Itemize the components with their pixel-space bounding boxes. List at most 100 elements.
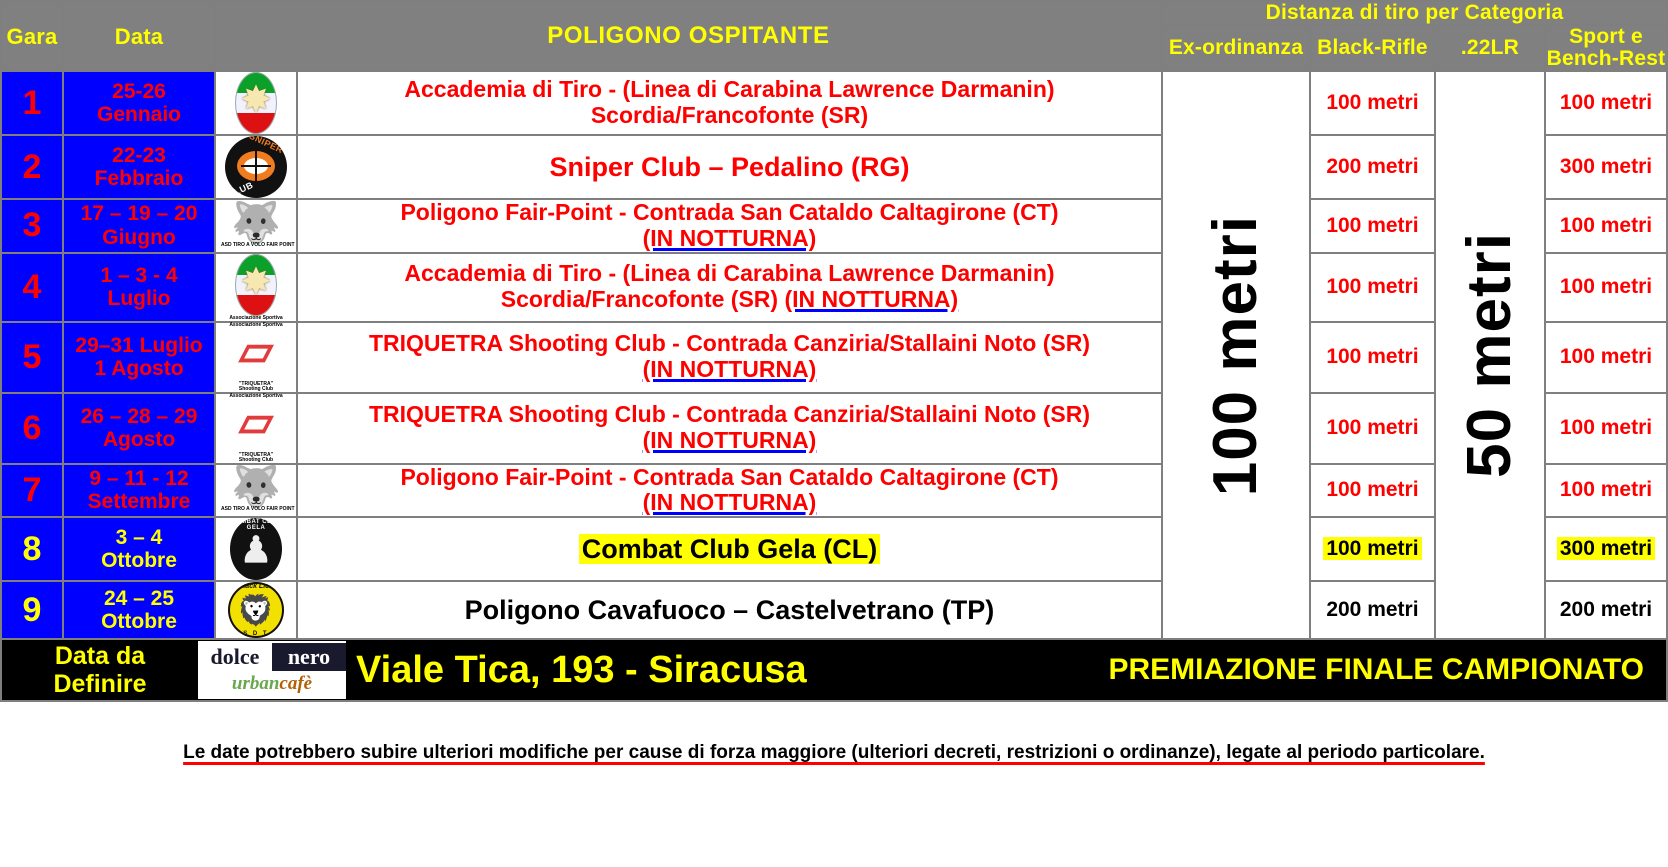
gara-number: 7 — [0, 462, 64, 519]
footer-date-line-2: Definire — [53, 670, 147, 699]
venue-line-1: Accademia di Tiro - (Linea di Carabina L… — [404, 260, 1055, 287]
dolcenero-urbancafe-logo: dolce nero urban cafè — [198, 641, 346, 700]
venue-name: TRIQUETRA Shooting Club - Contrada Canzi… — [296, 391, 1163, 465]
venue-name: Accademia di Tiro - (Linea di Carabina L… — [296, 251, 1163, 323]
gara-number: 4 — [0, 251, 64, 323]
date-line-1: 25-26 — [112, 79, 166, 103]
date-line-1: 24 – 25 — [103, 586, 175, 610]
black-rifle-distance: 100 metri — [1308, 391, 1436, 465]
venue-name: Poligono Cavafuoco – Castelvetrano (TP) — [296, 580, 1163, 641]
gara-date: 17 – 19 – 20 Giugno — [62, 198, 216, 254]
triquetra-logo: Associazione Sportiva ▱ "TRIQUETRA" Shoo… — [214, 391, 298, 465]
sport-bench-rest-distance: 300 metri — [1543, 134, 1668, 201]
venue-highlighted: Combat Club Gela (CL) — [578, 534, 881, 565]
gara-date: 9 – 11 - 12 Settembre — [62, 462, 216, 519]
table-row: 2 22-23 Febbraio SNIPER CLUB Sniper Club … — [0, 134, 1668, 201]
date-line-2: Ottobre — [101, 549, 177, 573]
table-header-row-1: Gara Data POLIGONO OSPITANTE Distanza di… — [0, 0, 1668, 73]
disclaimer-note: Le date potrebbero subire ulteriori modi… — [183, 742, 1485, 764]
venue-line-2-wrap: Scordia/Francofonte (SR) (IN NOTTURNA) — [298, 286, 1161, 313]
black-rifle-distance: 100 metri — [1308, 320, 1436, 394]
calendar-table: Gara Data POLIGONO OSPITANTE Distanza di… — [0, 0, 1668, 641]
sport-bench-rest-distance: 100 metri — [1543, 462, 1668, 519]
sport-bench-rest-distance: 100 metri — [1543, 391, 1668, 465]
date-line-2: Settembre — [87, 490, 191, 514]
wolf-head-icon: 🐺 ASD TIRO A VOLO FAIR POINT — [221, 200, 295, 248]
footer-date-da-definire: Data da Definire — [2, 642, 198, 698]
sport-highlighted: 300 metri — [1556, 537, 1656, 561]
sponsor-urban-text: urban — [231, 673, 280, 695]
table-row: 3 17 – 19 – 20 Giugno 🐺 ASD TIRO A VOLO … — [0, 198, 1668, 254]
gara-number: 9 — [0, 580, 64, 641]
venue-line-1: Accademia di Tiro - (Linea di Carabina L… — [404, 76, 1055, 103]
black-rifle-distance: 100 metri — [1308, 462, 1436, 519]
gara-number: 3 — [0, 198, 64, 254]
triquetra-icon: ▱ — [239, 396, 273, 446]
date-line-2: Febbraio — [94, 167, 184, 191]
table-row: 8 3 – 4 Ottobre COMBAT CLUB GELA Combat … — [0, 516, 1668, 583]
table-row: 6 26 – 28 – 29 Agosto Associazione Sport… — [0, 391, 1668, 465]
col-header-data: Data — [62, 0, 216, 73]
sponsor-nero-text: nero — [272, 643, 346, 672]
gara-number: 1 — [0, 70, 64, 137]
sport-bench-rest-distance: 200 metri — [1543, 580, 1668, 641]
gara-date: 3 – 4 Ottobre — [62, 516, 216, 583]
sniper-club-logo: SNIPER CLUB — [214, 134, 298, 201]
venue-name: Accademia di Tiro - (Linea di Carabina L… — [296, 70, 1163, 137]
footer-premiazione: PREMIAZIONE FINALE CAMPIONATO — [1108, 653, 1644, 687]
date-line-2: Gennaio — [96, 103, 181, 127]
gara-date: 29–31 Luglio 1 Agosto — [62, 320, 216, 394]
black-rifle-distance: 200 metri — [1308, 580, 1436, 641]
col-header-gara: Gara — [0, 0, 64, 73]
fair-point-wolf-logo: 🐺 ASD TIRO A VOLO FAIR POINT — [214, 198, 298, 254]
date-line-2: 1 Agosto — [94, 357, 184, 381]
accademia-emblem-icon — [235, 72, 277, 135]
date-line-2: Ottobre — [101, 610, 177, 634]
date-line-2: Giugno — [102, 225, 176, 249]
gara-number: 6 — [0, 391, 64, 465]
ex-ordinanza-merged-value: 100 metri — [1160, 70, 1311, 641]
sport-bench-rest-distance: 100 metri — [1543, 198, 1668, 254]
footer-date-line-1: Data da — [54, 642, 146, 671]
gara-number: 2 — [0, 134, 64, 201]
table-row: 5 29–31 Luglio 1 Agosto Associazione Spo… — [0, 320, 1668, 394]
date-line-1: 29–31 Luglio — [75, 333, 203, 357]
black-rifle-distance: 100 metri — [1308, 251, 1436, 323]
triquetra-logo: Associazione Sportiva ▱ "TRIQUETRA" Shoo… — [214, 320, 298, 394]
black-rifle-distance: 100 metri — [1308, 70, 1436, 137]
gara-date: 1 – 3 - 4 Luglio — [62, 251, 216, 323]
black-lion-logo: Black Lion A S D T C — [214, 580, 298, 641]
fair-point-wolf-logo: 🐺 ASD TIRO A VOLO FAIR POINT — [214, 462, 298, 519]
spartan-helmet-icon: COMBAT CLUB GELA — [230, 518, 282, 581]
venue-name: Poligono Fair-Point - Contrada San Catal… — [296, 198, 1163, 254]
col-header-black-rifle: Black-Rifle — [1308, 24, 1436, 73]
venue-line-2: Scordia/Francofonte (SR) — [590, 102, 869, 129]
venue-line-2: Scordia/Francofonte (SR) — [500, 286, 779, 313]
date-line-2: Agosto — [102, 428, 176, 452]
sponsor-dolce-text: dolce — [198, 643, 272, 672]
black-rifle-distance: 100 metri — [1308, 198, 1436, 254]
sport-bench-rest-distance: 100 metri — [1543, 320, 1668, 394]
date-line-1: 17 – 19 – 20 — [80, 202, 198, 226]
sniper-scope-icon: SNIPER CLUB — [225, 136, 287, 199]
ex-ordinanza-distance: 100 metri — [1201, 214, 1271, 496]
table-row: 7 9 – 11 - 12 Settembre 🐺 ASD TIRO A VOL… — [0, 462, 1668, 519]
gara-date: 26 – 28 – 29 Agosto — [62, 391, 216, 465]
gara-date: 22-23 Febbraio — [62, 134, 216, 201]
lr22-merged-value: 50 metri — [1433, 70, 1546, 641]
footer-address: Viale Tica, 193 - Siracusa — [356, 648, 807, 691]
sport-line-2: Bench-Rest — [1546, 47, 1666, 71]
venue-name: Sniper Club – Pedalino (RG) — [296, 134, 1163, 201]
date-line-1: 9 – 11 - 12 — [89, 466, 189, 490]
gara-number: 5 — [0, 320, 64, 394]
notturna-badge: (IN NOTTURNA) — [642, 224, 817, 251]
table-row: 4 1 – 3 - 4 Luglio Associazione Sportiva… — [0, 251, 1668, 323]
gara-number: 8 — [0, 516, 64, 583]
triquetra-icon: ▱ — [239, 325, 273, 375]
date-line-1: 1 – 3 - 4 — [100, 263, 178, 287]
combat-club-gela-logo: COMBAT CLUB GELA — [214, 516, 298, 583]
sport-bench-rest-distance: 300 metri — [1543, 516, 1668, 583]
table-row: 9 24 – 25 Ottobre Black LionA S D T C Po… — [0, 580, 1668, 641]
wolf-head-icon: 🐺 ASD TIRO A VOLO FAIR POINT — [221, 465, 295, 513]
col-header-22lr: .22LR — [1433, 24, 1546, 73]
